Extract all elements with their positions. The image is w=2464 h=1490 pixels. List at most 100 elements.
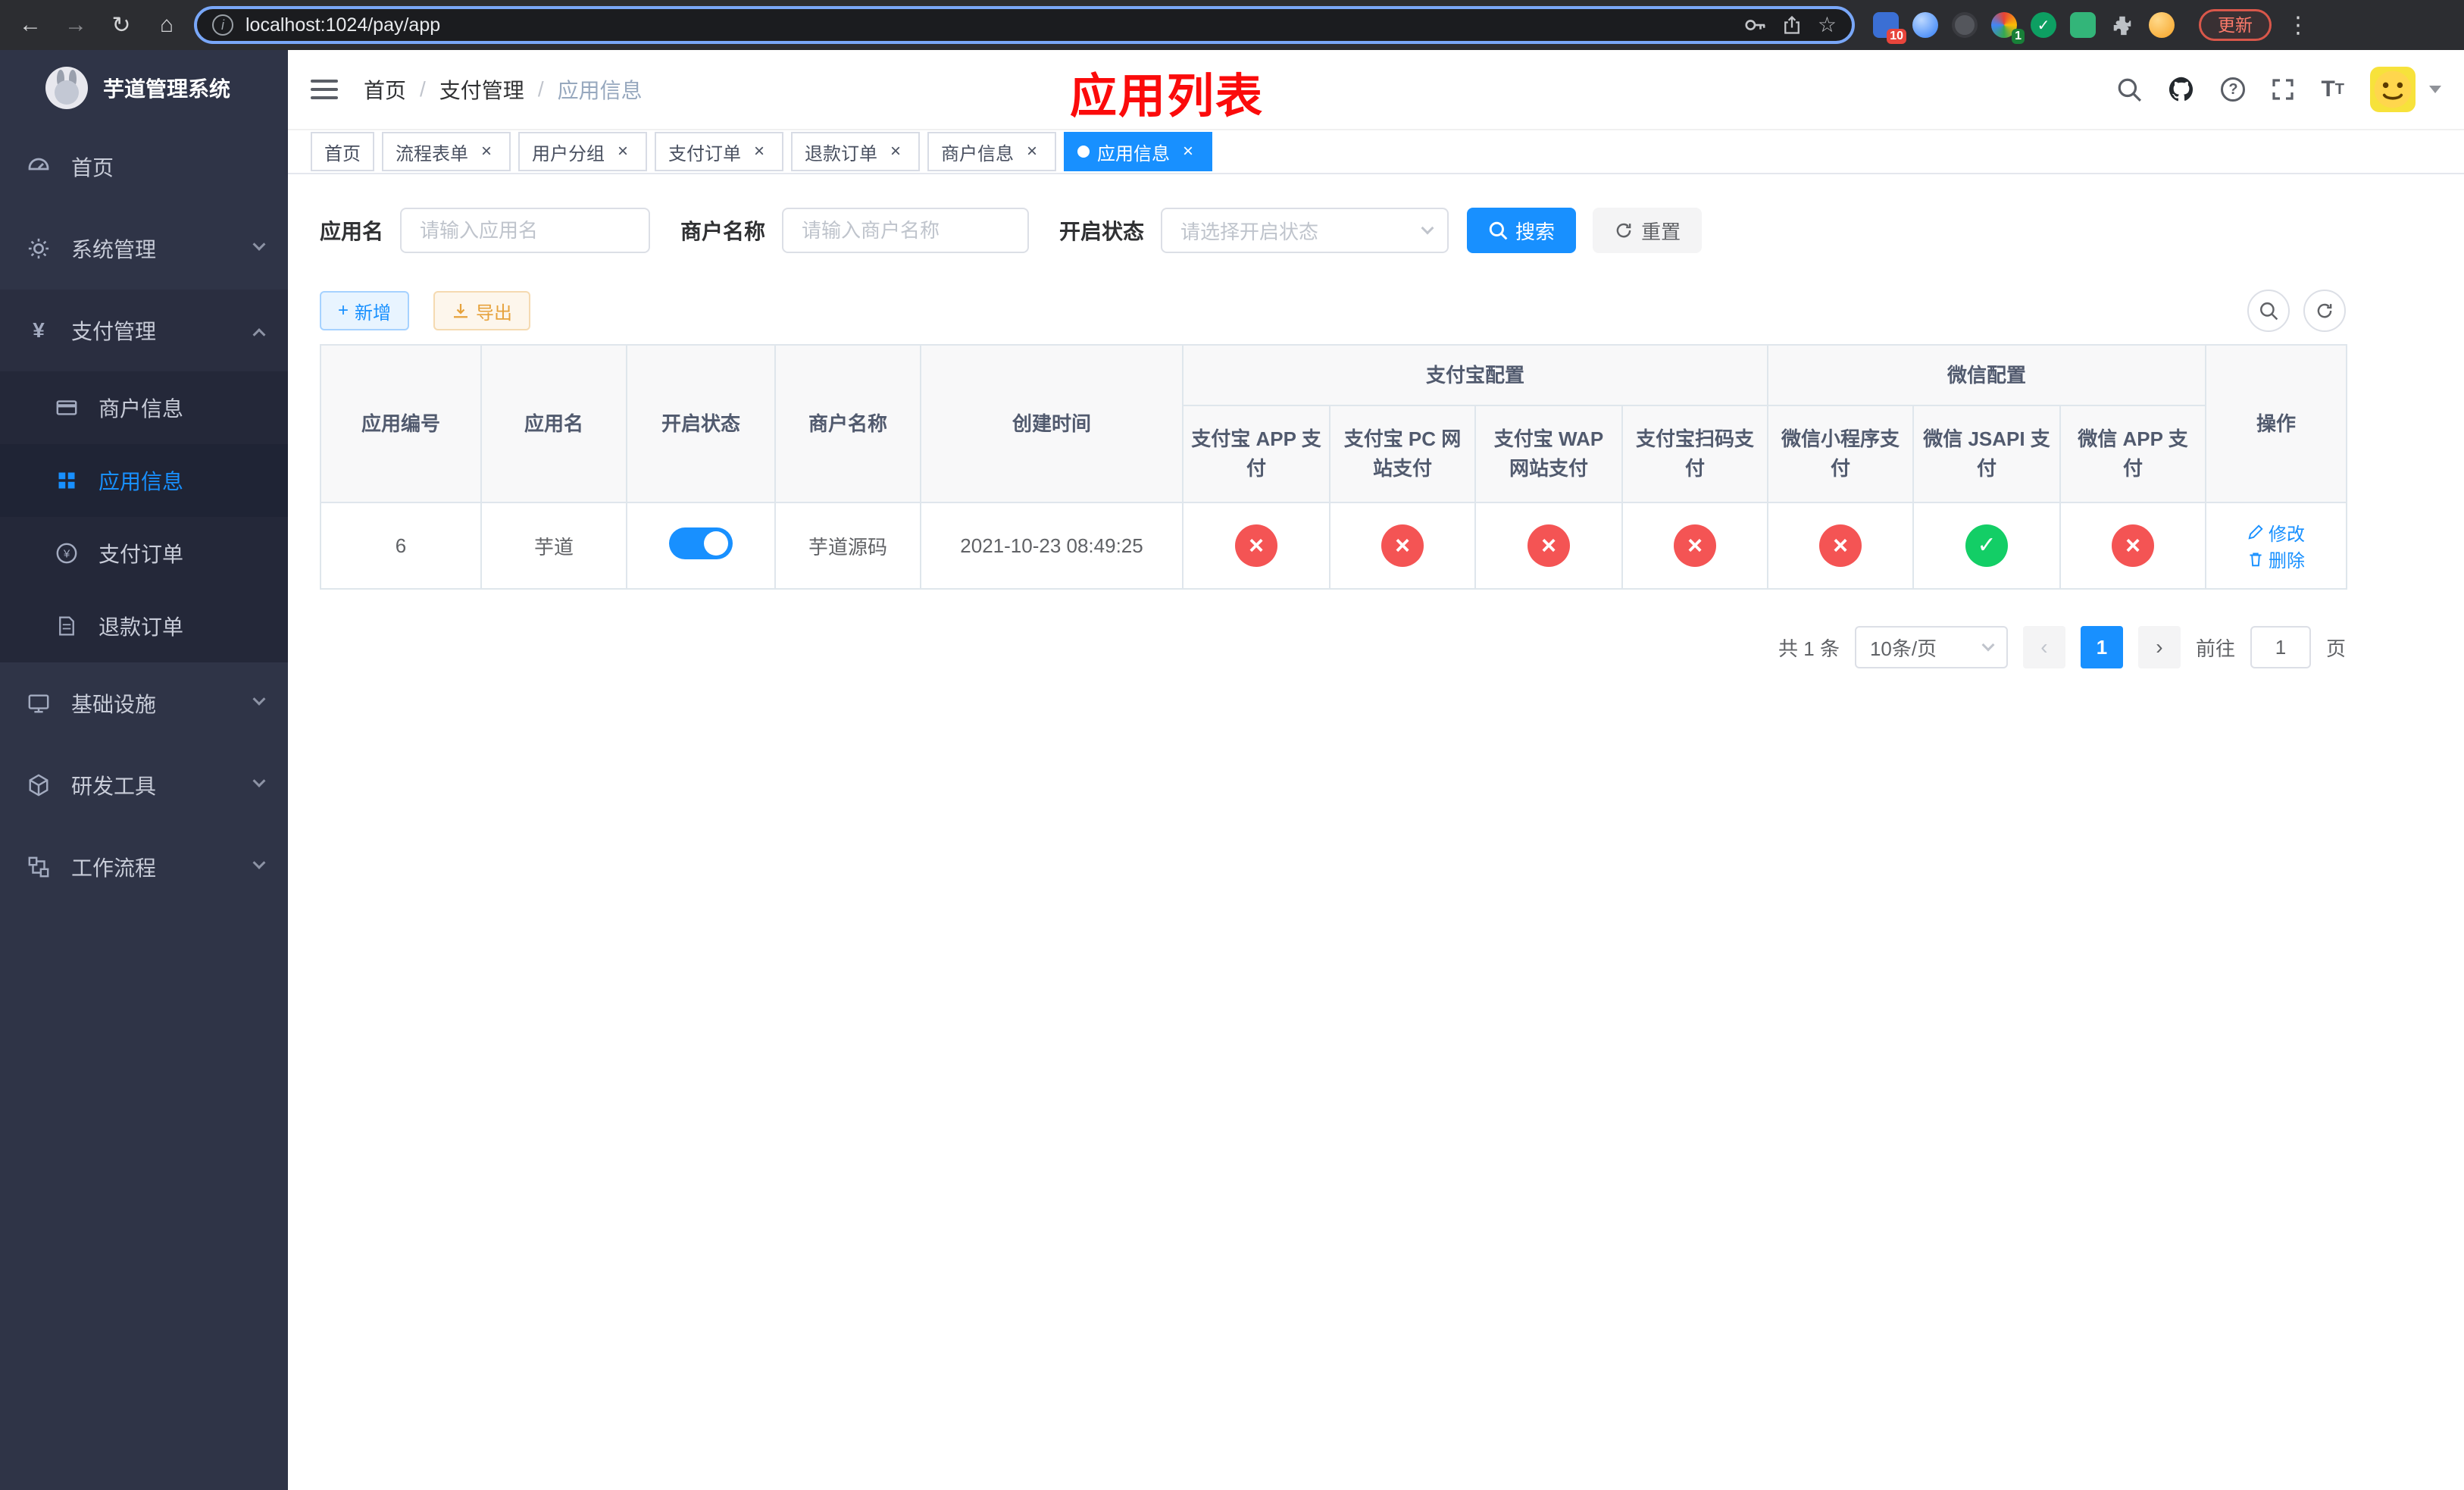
extension-icon-dark[interactable] bbox=[1952, 12, 1978, 38]
tag-merchant-info[interactable]: 商户信息 × bbox=[927, 132, 1056, 171]
sidebar-menu: 首页 系统管理 ¥ 支付管理 商户信息 应用信息 ¥ 支付订单 退款订单 基础设… bbox=[0, 126, 288, 908]
svg-text:¥: ¥ bbox=[63, 548, 70, 561]
add-button[interactable]: + 新增 bbox=[320, 291, 410, 330]
browser-reload-icon[interactable]: ↻ bbox=[103, 7, 139, 43]
breadcrumb-home[interactable]: 首页 bbox=[364, 74, 406, 105]
browser-address-bar[interactable]: i localhost:1024/pay/app ☆ bbox=[194, 6, 1855, 44]
monitor-icon bbox=[26, 692, 52, 715]
tag-pay-order[interactable]: 支付订单 × bbox=[655, 132, 783, 171]
gear-icon bbox=[26, 237, 52, 260]
tags-view-bar: 首页 流程表单 × 用户分组 × 支付订单 × 退款订单 × 商户信息 × 应用… bbox=[288, 129, 2464, 174]
app-name-label: 应用名 bbox=[320, 220, 384, 243]
sidebar-item-payment[interactable]: ¥ 支付管理 bbox=[0, 290, 288, 371]
chevron-down-icon bbox=[252, 856, 266, 869]
extension-icon-blue[interactable]: 10 bbox=[1873, 12, 1906, 44]
tag-close-icon[interactable]: × bbox=[1021, 141, 1043, 162]
site-info-icon[interactable]: i bbox=[212, 14, 233, 36]
tag-close-icon[interactable]: × bbox=[885, 141, 906, 162]
plus-icon: + bbox=[338, 300, 349, 321]
box-icon bbox=[26, 774, 52, 797]
sidebar-item-pay-order[interactable]: ¥ 支付订单 bbox=[0, 517, 288, 590]
tag-close-icon[interactable]: × bbox=[476, 141, 497, 162]
goto-page-input[interactable] bbox=[2250, 626, 2311, 668]
reset-button[interactable]: 重置 bbox=[1593, 208, 1703, 253]
extensions-puzzle-icon[interactable] bbox=[2109, 12, 2135, 38]
sidebar-item-workflow[interactable]: 工作流程 bbox=[0, 826, 288, 908]
next-page-button[interactable]: › bbox=[2137, 626, 2181, 668]
extension-icon-emoji[interactable] bbox=[2149, 12, 2175, 38]
search-button[interactable]: 搜索 bbox=[1467, 208, 1577, 253]
sidebar-item-app-info[interactable]: 应用信息 bbox=[0, 444, 288, 517]
alipay-wap-status-icon bbox=[1527, 524, 1570, 567]
alipay-qr-status-icon bbox=[1674, 524, 1716, 567]
refresh-icon bbox=[1616, 223, 1631, 238]
tag-app-info[interactable]: 应用信息 × bbox=[1064, 132, 1212, 171]
browser-home-icon[interactable]: ⌂ bbox=[149, 7, 185, 43]
card-icon bbox=[55, 396, 79, 419]
filter-form: 应用名 商户名称 开启状态 请选择开启状态 搜索 重置 bbox=[320, 208, 2432, 253]
share-icon[interactable] bbox=[1781, 14, 1803, 36]
extension-icon-green-check[interactable]: ✓ bbox=[2031, 12, 2056, 38]
search-icon bbox=[1489, 221, 1508, 240]
tag-process-form[interactable]: 流程表单 × bbox=[382, 132, 511, 171]
table-toolbar: + 新增 导出 bbox=[320, 290, 2346, 332]
status-select[interactable]: 请选择开启状态 bbox=[1161, 208, 1449, 253]
toggle-search-button[interactable] bbox=[2247, 290, 2290, 332]
browser-menu-icon[interactable]: ⋮ bbox=[2281, 12, 2315, 39]
password-key-icon[interactable] bbox=[1743, 14, 1766, 36]
collapse-sidebar-icon[interactable] bbox=[311, 80, 338, 99]
page-number-current[interactable]: 1 bbox=[2080, 626, 2123, 668]
merchant-name-input[interactable] bbox=[782, 208, 1030, 253]
payment-submenu: 商户信息 应用信息 ¥ 支付订单 退款订单 bbox=[0, 371, 288, 662]
sidebar-item-label: 基础设施 bbox=[71, 693, 157, 716]
browser-forward-icon[interactable]: → bbox=[58, 7, 94, 43]
extension-icon-drop[interactable] bbox=[1912, 12, 1938, 38]
tag-home[interactable]: 首页 bbox=[311, 132, 374, 171]
extension-icon-green-square[interactable] bbox=[2070, 12, 2096, 38]
sidebar-item-home[interactable]: 首页 bbox=[0, 126, 288, 208]
trash-icon bbox=[2250, 552, 2262, 566]
group-header-wechat: 微信配置 bbox=[1767, 344, 2207, 406]
app-name-input[interactable] bbox=[400, 208, 651, 253]
search-icon[interactable] bbox=[2116, 77, 2142, 102]
prev-page-button[interactable]: ‹ bbox=[2022, 626, 2065, 668]
status-toggle[interactable] bbox=[669, 527, 733, 559]
chevron-up-icon bbox=[252, 328, 266, 342]
chevron-down-icon bbox=[1421, 221, 1434, 235]
sidebar-group-payment: ¥ 支付管理 商户信息 应用信息 ¥ 支付订单 退款订单 bbox=[0, 290, 288, 662]
breadcrumb-payment[interactable]: 支付管理 bbox=[439, 74, 524, 105]
help-icon[interactable]: ? bbox=[2221, 77, 2246, 102]
navbar-actions: ? TT bbox=[2116, 67, 2441, 112]
github-icon[interactable] bbox=[2168, 76, 2195, 103]
sidebar-item-merchant-info[interactable]: 商户信息 bbox=[0, 371, 288, 444]
fullscreen-icon[interactable] bbox=[2271, 77, 2295, 102]
alipay-app-status-icon bbox=[1235, 524, 1277, 567]
page-size-select[interactable]: 10条/页 bbox=[1854, 626, 2008, 668]
tag-refund-order[interactable]: 退款订单 × bbox=[791, 132, 920, 171]
tag-close-icon[interactable]: × bbox=[1177, 141, 1199, 162]
browser-back-icon[interactable]: ← bbox=[12, 7, 48, 43]
extension-badge: 10 bbox=[1887, 29, 1906, 44]
tag-user-group[interactable]: 用户分组 × bbox=[518, 132, 647, 171]
cell-merchant: 芋道源码 bbox=[774, 502, 921, 590]
cell-app-id: 6 bbox=[320, 502, 482, 590]
delete-link[interactable]: 删除 bbox=[2247, 546, 2305, 572]
col-alipay-qr: 支付宝扫码支付 bbox=[1621, 405, 1769, 503]
tag-close-icon[interactable]: × bbox=[749, 141, 770, 162]
extension-icon-colorful[interactable]: 1 bbox=[1991, 12, 2025, 44]
user-avatar[interactable] bbox=[2370, 67, 2416, 112]
total-count: 共 1 条 bbox=[1778, 637, 1840, 660]
bookmark-star-icon[interactable]: ☆ bbox=[1818, 14, 1837, 36]
font-size-icon[interactable]: TT bbox=[2321, 77, 2344, 102]
tag-close-icon[interactable]: × bbox=[612, 141, 633, 162]
sidebar-item-system[interactable]: 系统管理 bbox=[0, 208, 288, 290]
user-menu-caret-icon[interactable] bbox=[2429, 86, 2441, 93]
sidebar-item-dev-tools[interactable]: 研发工具 bbox=[0, 744, 288, 826]
sidebar-item-refund-order[interactable]: 退款订单 bbox=[0, 590, 288, 662]
browser-update-button[interactable]: 更新 bbox=[2199, 9, 2272, 41]
edit-link[interactable]: 修改 bbox=[2247, 519, 2305, 546]
dashboard-icon bbox=[26, 155, 52, 179]
export-button[interactable]: 导出 bbox=[433, 291, 531, 330]
sidebar-item-infrastructure[interactable]: 基础设施 bbox=[0, 662, 288, 744]
refresh-table-button[interactable] bbox=[2303, 290, 2346, 332]
